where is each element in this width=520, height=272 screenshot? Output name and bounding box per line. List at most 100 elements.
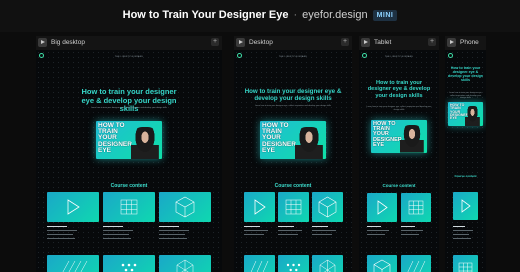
course-card-dots[interactable] (103, 255, 155, 272)
panel-label: Desktop (249, 38, 273, 46)
card-text-line (401, 230, 423, 231)
course-card-grid[interactable] (103, 192, 155, 222)
hero-title: How to train your designer eye & develop… (81, 87, 177, 114)
course-card-play[interactable] (244, 192, 275, 222)
diagonal-lines-icon (407, 260, 426, 272)
card-title-line (312, 226, 328, 227)
viewport-tablet[interactable]: THE LIFESTYLE BRAND How to train your de… (359, 50, 439, 272)
card-title-line (401, 226, 415, 227)
card-text-line (47, 238, 75, 239)
viewport-desktop[interactable]: THE LIFESTYLE BRAND How to train your de… (234, 50, 352, 272)
card-text-line (278, 234, 298, 235)
cover-portrait (400, 124, 424, 153)
play-triangle-icon (377, 200, 388, 215)
hero-subtitle: Learn how to train your designer eye, co… (448, 92, 483, 100)
card-text-line (453, 238, 471, 239)
card-text-line (453, 230, 473, 231)
course-card-dots[interactable] (278, 255, 309, 272)
cube-icon (318, 196, 337, 218)
course-cover-image[interactable]: HOW TO TRAIN YOUR DESIGNER EYE (371, 120, 427, 153)
cover-portrait (295, 126, 323, 159)
play-icon[interactable] (447, 37, 456, 47)
diagonal-lines-icon (62, 260, 88, 272)
add-icon[interactable]: + (428, 38, 436, 46)
play-triangle-icon (254, 199, 266, 215)
card-text-line (47, 234, 73, 235)
grid-icon (285, 199, 302, 215)
card-text-line (312, 234, 332, 235)
site-domain[interactable]: eyefor.design (302, 9, 367, 21)
hero-title: How to train your designer eye & develop… (448, 66, 483, 83)
card-text-line (367, 230, 389, 231)
course-card-diagonal[interactable] (47, 255, 99, 272)
mini-badge: MINI (372, 9, 398, 21)
card-text-line (159, 234, 185, 235)
card-text-line (103, 230, 133, 231)
course-card-play[interactable] (367, 193, 397, 222)
course-card-diagonal[interactable] (244, 255, 275, 272)
course-card-grid[interactable] (453, 255, 478, 272)
course-card-cube[interactable] (367, 255, 397, 272)
hero-subtitle: Learn how to train your designer eye, co… (366, 106, 432, 111)
course-card-grid[interactable] (401, 193, 431, 222)
course-cover-image[interactable]: HOW TO TRAIN YOUR DESIGNER EYE (260, 121, 326, 159)
viewport-big-desktop[interactable]: THE LIFESTYLE BRAND How to train your de… (36, 50, 222, 272)
card-title-line (367, 226, 381, 227)
card-text-line (103, 238, 131, 239)
course-card-cube[interactable] (159, 192, 211, 222)
site-nav-text: THE LIFESTYLE BRAND (384, 56, 414, 58)
course-card-play[interactable] (47, 192, 99, 222)
card-title-line (103, 226, 123, 227)
panel-label: Big desktop (51, 38, 85, 46)
hexagon-icon (176, 259, 194, 272)
panel-header: Tablet + (359, 36, 439, 48)
card-text-line (244, 234, 264, 235)
panel-label: Tablet (374, 38, 392, 46)
top-bar: How to Train Your Designer Eye · eyefor.… (0, 0, 520, 32)
course-card-hexagon[interactable] (312, 255, 343, 272)
site-title: How to Train Your Designer Eye (122, 9, 289, 21)
dot-grid-background (234, 50, 352, 272)
viewport-phone[interactable]: How to train your designer eye & develop… (445, 50, 486, 272)
course-card-diagonal[interactable] (401, 255, 431, 272)
card-text-line (278, 230, 302, 231)
cover-portrait (465, 105, 480, 126)
play-triangle-icon (67, 199, 80, 215)
panel-phone: Phone How to train your designer eye & d… (445, 36, 486, 272)
site-nav-text: THE LIFESTYLE BRAND (114, 56, 144, 58)
card-title-line (47, 226, 67, 227)
course-card-hexagon[interactable] (159, 255, 211, 272)
add-icon[interactable]: + (341, 38, 349, 46)
add-icon[interactable]: + (211, 38, 219, 46)
course-card-play[interactable] (453, 192, 478, 220)
panel-header: Desktop + (234, 36, 352, 48)
course-card-grid[interactable] (278, 192, 309, 222)
play-icon[interactable] (361, 37, 370, 47)
card-text-line (244, 230, 268, 231)
title-separator: · (293, 9, 298, 21)
card-text-line (312, 230, 336, 231)
hexagon-icon (319, 259, 336, 272)
grid-icon (458, 262, 473, 272)
play-icon[interactable] (38, 37, 47, 47)
hero-subtitle: Learn how to train your designer eye, co… (90, 107, 168, 109)
section-title: Course content (274, 183, 312, 189)
play-icon[interactable] (236, 37, 245, 47)
course-cover-image[interactable]: HOW TO TRAIN YOUR DESIGNER EYE (448, 102, 483, 126)
course-cover-image[interactable]: HOW TO TRAIN YOUR DESIGNER EYE (96, 121, 162, 159)
panel-tablet: Tablet + THE LIFESTYLE BRAND How to trai… (359, 36, 439, 272)
grid-icon (120, 199, 138, 215)
ring-logo-icon[interactable] (448, 53, 453, 58)
section-title: Course content (382, 183, 416, 188)
card-text-line (401, 234, 419, 235)
hero-title: How to train your designer eye & develop… (367, 80, 431, 99)
card-text-line (159, 230, 189, 231)
course-card-cube[interactable] (312, 192, 343, 222)
panel-label: Phone (460, 38, 479, 46)
card-text-line (453, 234, 469, 235)
panel-header: Big desktop + (36, 36, 222, 48)
card-text-line (103, 234, 129, 235)
title-row: How to Train Your Designer Eye · eyefor.… (0, 9, 520, 21)
card-text-line (367, 234, 385, 235)
panel-big-desktop: Big desktop + THE LIFESTYLE BRAND How to… (36, 36, 222, 272)
